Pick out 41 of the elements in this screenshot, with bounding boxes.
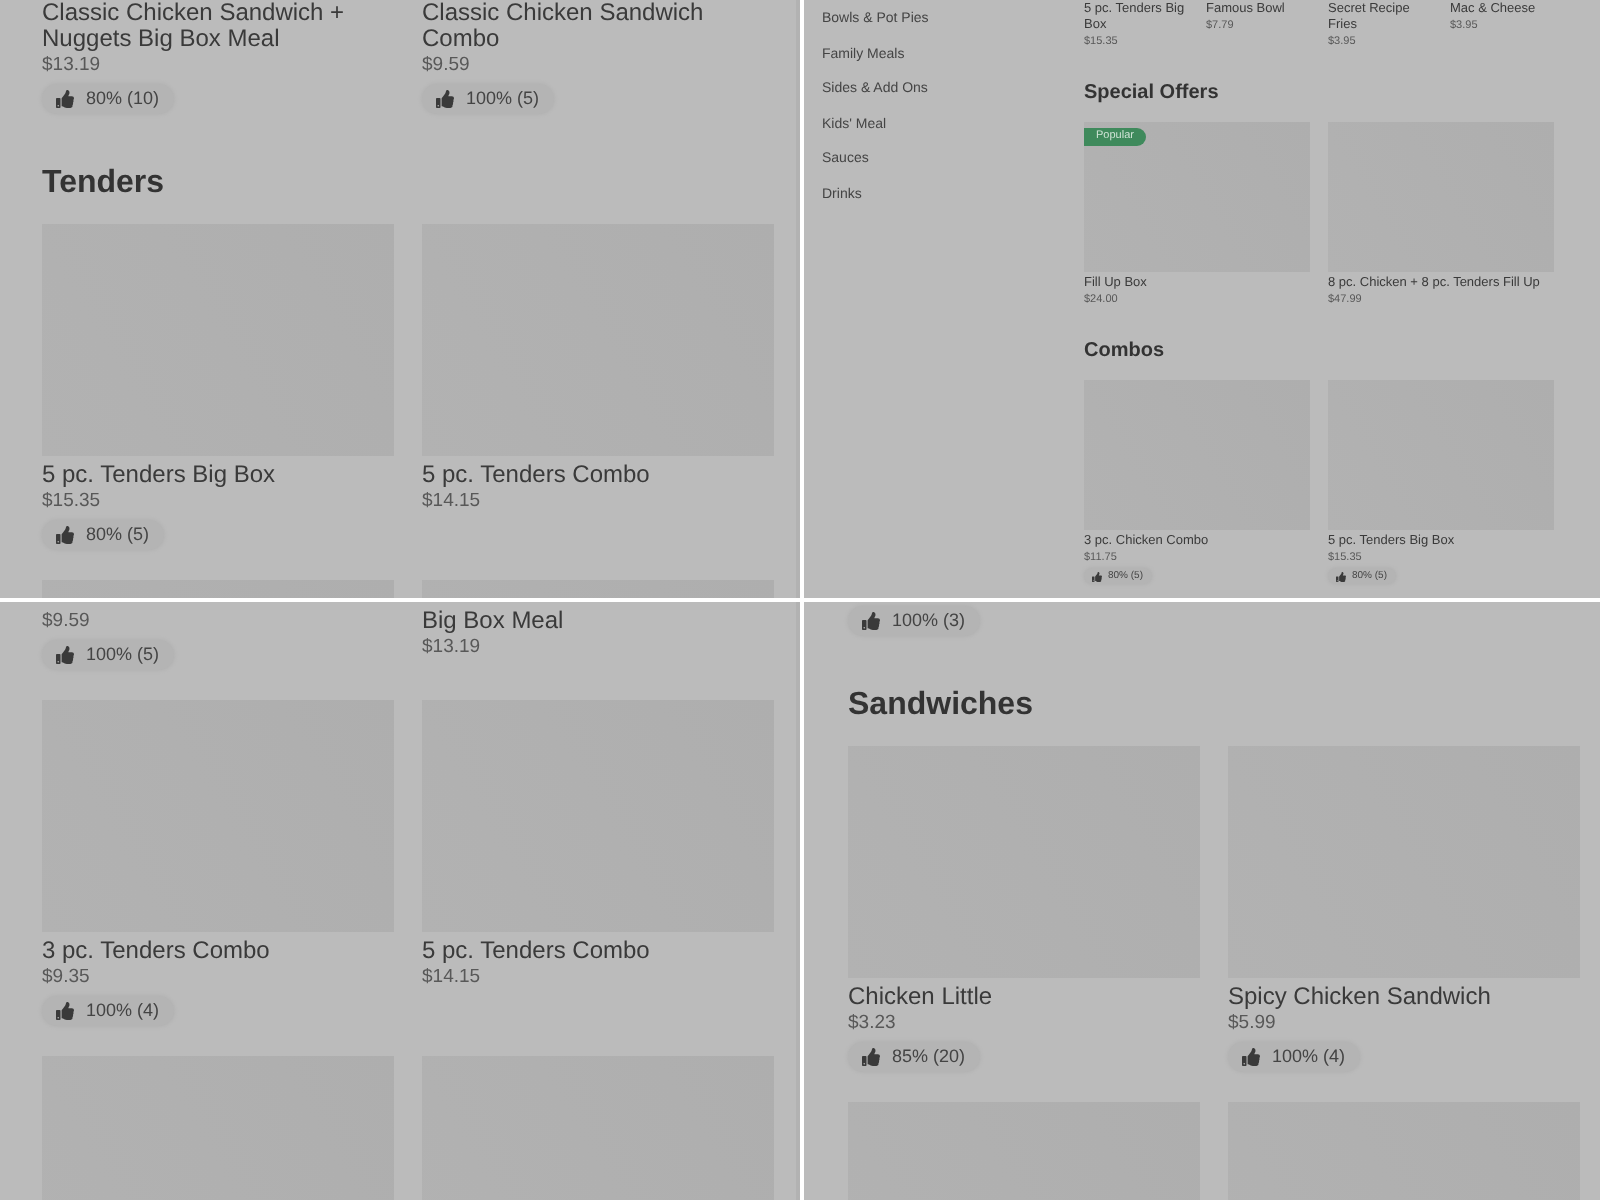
item-name[interactable]: 3 pc. Tenders Combo [42,938,270,964]
item-name[interactable]: Big Box Meal [422,608,564,634]
item-price: $9.35 [42,964,90,992]
item-name[interactable]: 5 pc. Tenders Combo [422,938,650,964]
thumbs-up-icon [56,1002,74,1020]
section-heading: Sandwiches [848,686,1035,726]
rating-text: 100% (4) [86,1000,160,1022]
rating-text: 100% (5) [466,88,540,110]
thumbs-up-icon [56,646,74,664]
thumbs-up-icon [1336,571,1346,581]
item-name[interactable]: 5 pc. Tenders Big Box [42,462,276,488]
rating-text: 100% (5) [86,644,160,666]
item-price: $15.35 [42,488,101,516]
item-price: $13.19 [422,634,481,662]
item-name[interactable]: Spicy Chicken Sandwich [1228,984,1491,1010]
item-price: $5.99 [1228,1010,1276,1038]
item-price: $3.23 [848,1010,896,1038]
rating-text: 80% (10) [86,88,160,110]
item-price: $14.15 [422,964,481,992]
section-heading: Tenders [42,164,167,204]
item-price: $14.15 [422,488,481,516]
thumbs-up-icon [56,90,74,108]
item-price: $9.59 [42,608,90,636]
item-price: $13.19 [42,52,101,80]
item-name[interactable]: Chicken Little [848,984,993,1010]
thumbs-up-icon [862,612,880,630]
thumbs-up-icon [862,1048,880,1066]
rating-text: 100% (3) [892,610,966,632]
rating-text: 80% (5) [86,524,150,546]
section-heading: Special Offers [1084,80,1221,108]
item-price: $9.59 [422,52,470,80]
rating-text: 100% (4) [1272,1046,1346,1068]
section-heading: Combos [1084,338,1166,366]
item-name[interactable]: Classic Chicken Sandwich Combo [422,0,774,52]
thumbs-up-icon [1092,571,1102,581]
thumbs-up-icon [56,526,74,544]
item-name[interactable]: 5 pc. Tenders Combo [422,462,650,488]
rating-text: 85% (20) [892,1046,966,1068]
item-name[interactable]: Classic Chicken Sandwich + Nuggets Big Box Meal [42,0,394,52]
thumbs-up-icon [1242,1048,1260,1066]
thumbs-up-icon [436,90,454,108]
